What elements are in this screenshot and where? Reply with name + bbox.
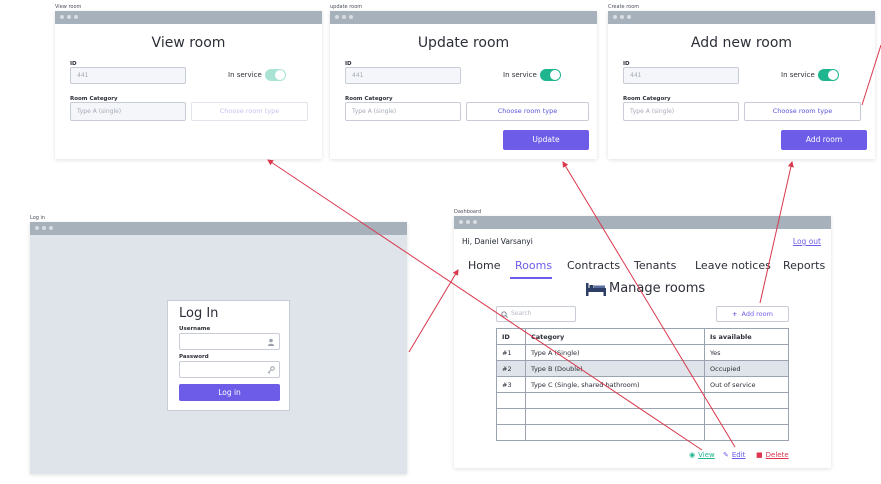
password-label: Password	[179, 354, 209, 360]
in-service-label: In service	[781, 71, 815, 79]
room-category-field[interactable]: Type A (single)	[623, 102, 739, 121]
header-id: ID	[496, 328, 526, 345]
in-service-toggle[interactable]	[818, 69, 839, 81]
cell-id: #1	[496, 344, 526, 361]
add-room-submit-button[interactable]: Add room	[781, 130, 867, 150]
nav-reports[interactable]: Reports	[783, 259, 825, 272]
update-room-window: Update room ID 441 In service Room Categ…	[330, 11, 597, 159]
id-field: 441	[345, 67, 461, 84]
empty-row	[496, 408, 789, 425]
table-row[interactable]: #3 Type C (Single, shared bathroom) Out …	[496, 376, 789, 393]
password-field[interactable]	[179, 361, 280, 378]
pencil-icon: ✎	[723, 451, 729, 459]
user-icon	[267, 338, 275, 346]
header-category: Category	[525, 328, 705, 345]
delete-action-label: Delete	[765, 451, 789, 459]
room-category-field[interactable]: Type A (single)	[345, 102, 461, 121]
eye-icon: ◉	[689, 451, 696, 459]
add-room-title: Add new room	[690, 35, 793, 51]
id-field: 441	[623, 67, 739, 84]
trash-icon: ■	[756, 451, 763, 459]
delete-action[interactable]: ■ Delete	[756, 451, 789, 459]
greeting: Hi, Daniel Varsanyi	[462, 237, 533, 246]
edit-action[interactable]: ✎ Edit	[723, 451, 745, 459]
choose-room-type-button[interactable]: Choose room type	[466, 102, 589, 121]
id-field: 441	[70, 67, 186, 84]
titlebar	[55, 11, 322, 24]
update-button[interactable]: Update	[503, 130, 589, 150]
update-room-title: Update room	[417, 35, 510, 51]
cell-id: #2	[496, 360, 526, 377]
choose-room-type-button: Choose room type	[191, 102, 308, 121]
logout-link[interactable]: Log out	[793, 237, 821, 246]
view-action-label: View	[698, 451, 715, 459]
dashboard-caption: Dashboard	[454, 209, 482, 215]
table-header-row: ID Category Is available	[496, 328, 789, 345]
cell-availability: Yes	[704, 344, 789, 361]
cell-availability: Out of service	[704, 376, 789, 393]
view-action[interactable]: ◉ View	[689, 451, 715, 459]
add-room-button-label: Add room	[741, 310, 773, 318]
view-room-title: View room	[151, 35, 226, 51]
cell-category: Type C (Single, shared bathroom)	[525, 376, 705, 393]
arrow-login-to-dashboard	[408, 269, 459, 353]
header-is-available: Is available	[704, 328, 789, 345]
nav-rooms[interactable]: Rooms	[515, 259, 552, 272]
titlebar	[608, 11, 875, 24]
nav-rooms-underline	[510, 277, 552, 279]
cell-availability: Occupied	[704, 360, 789, 377]
cell-id: #3	[496, 376, 526, 393]
in-service-label: In service	[503, 71, 537, 79]
titlebar	[454, 216, 831, 229]
plus-icon: +	[732, 310, 738, 318]
titlebar	[330, 11, 597, 24]
key-icon	[267, 366, 275, 374]
login-caption: Log in	[30, 215, 46, 221]
login-button[interactable]: Log in	[179, 384, 280, 401]
titlebar	[30, 222, 407, 235]
bed-icon	[586, 283, 606, 296]
login-card: Log In Username Password Log in	[167, 300, 290, 411]
table-row[interactable]: #1 Type A (Single) Yes	[496, 344, 789, 361]
in-service-label: In service	[228, 71, 262, 79]
search-input[interactable]: Search	[496, 306, 576, 322]
create-room-caption: Create room	[608, 4, 640, 10]
add-room-button[interactable]: + Add room	[716, 306, 789, 322]
edit-action-label: Edit	[731, 451, 746, 459]
add-room-window: Add new room ID 441 In service Room Cate…	[608, 11, 875, 159]
view-room-window: View room ID 441 In service Room Categor…	[55, 11, 322, 159]
nav-home[interactable]: Home	[468, 259, 500, 272]
dashboard-window: Hi, Daniel Varsanyi Log out Home Rooms C…	[454, 216, 831, 468]
room-category-field: Type A (single)	[70, 102, 186, 121]
search-placeholder: Search	[511, 310, 532, 317]
nav-leave-notices[interactable]: Leave notices	[695, 259, 771, 272]
cell-category: Type B (Double)	[525, 360, 705, 377]
in-service-toggle	[265, 69, 286, 81]
table-row[interactable]: #2 Type B (Double) Occupied	[496, 360, 789, 377]
rooms-table: ID Category Is available #1 Type A (Sing…	[496, 328, 789, 441]
login-window: Log In Username Password Log in	[30, 222, 407, 474]
page-title: Manage rooms	[609, 281, 706, 296]
in-service-toggle[interactable]	[540, 69, 561, 81]
username-label: Username	[179, 326, 211, 332]
view-room-caption: View room	[55, 4, 82, 10]
search-icon	[501, 311, 508, 318]
update-room-caption: update room	[330, 4, 363, 10]
choose-room-type-button[interactable]: Choose room type	[744, 102, 861, 121]
nav-tenants[interactable]: Tenants	[634, 259, 676, 272]
empty-row	[496, 424, 789, 441]
empty-row	[496, 392, 789, 409]
nav-contracts[interactable]: Contracts	[567, 259, 620, 272]
login-title: Log In	[179, 306, 219, 321]
username-field[interactable]	[179, 333, 280, 350]
cell-category: Type A (Single)	[525, 344, 705, 361]
